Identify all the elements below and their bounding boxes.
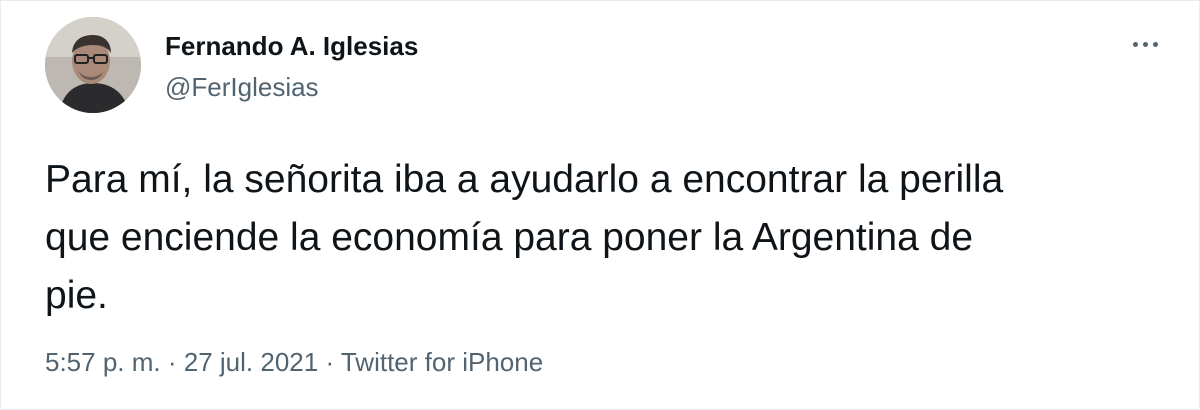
more-options-button[interactable]	[1125, 31, 1165, 57]
tweet-text: Para mí, la señorita iba a ayudarlo a en…	[45, 151, 1165, 325]
tweet-text-line: pie.	[45, 274, 108, 317]
author-name[interactable]: Fernando A. Iglesias	[165, 31, 418, 62]
tweet-text-line: Para mí, la señorita iba a ayudarlo a en…	[45, 158, 1004, 201]
meta-separator: ·	[325, 347, 341, 377]
tweet-date[interactable]: 27 jul. 2021	[184, 347, 318, 377]
more-options-icon	[1132, 41, 1138, 47]
avatar-photo	[45, 17, 141, 113]
more-options-icon-dot	[1142, 41, 1148, 47]
tweet-meta: 5:57 p. m. · 27 jul. 2021 · Twitter for …	[45, 347, 543, 378]
tweet-text-line: que enciende la economía para poner la A…	[45, 216, 974, 259]
tweet-source[interactable]: Twitter for iPhone	[341, 347, 543, 377]
meta-separator: ·	[167, 347, 184, 377]
author-handle[interactable]: @FerIglesias	[165, 72, 319, 103]
tweet-time[interactable]: 5:57 p. m.	[45, 347, 161, 377]
more-options-icon-dot	[1152, 41, 1158, 47]
avatar[interactable]	[45, 17, 141, 113]
tweet-card: Fernando A. Iglesias @FerIglesias Para m…	[0, 0, 1200, 410]
